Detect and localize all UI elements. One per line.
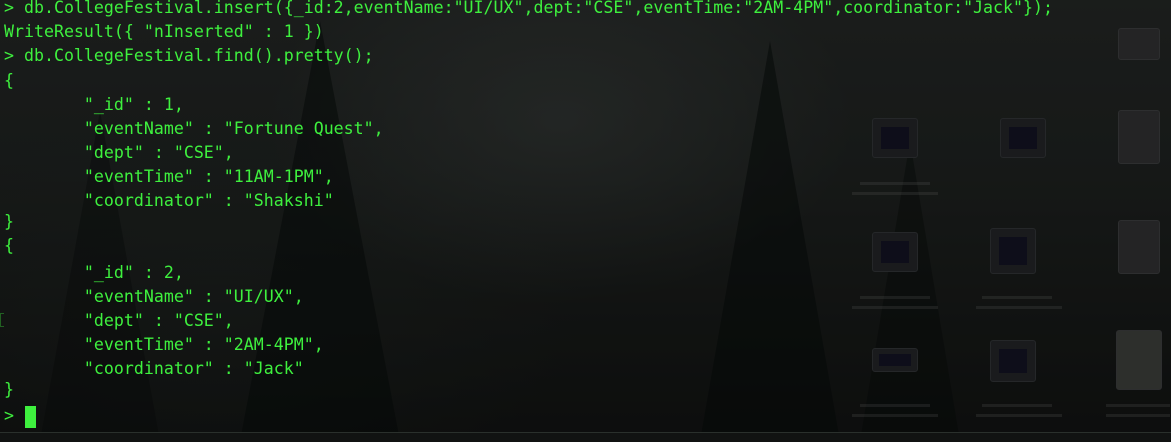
terminal-line-output: "coordinator" : "Shakshi" [4, 191, 334, 210]
terminal-line-output: "dept" : "CSE", [4, 143, 234, 162]
terminal-line-output: "eventName" : "UI/UX", [4, 287, 304, 306]
terminal-line-output: } [4, 212, 14, 231]
terminal-line-insert-command: > db.CollegeFestival.insert({_id:2,event… [4, 0, 1053, 17]
terminal-line-output: "eventTime" : "2AM-4PM", [4, 335, 324, 354]
terminal-line-write-result: WriteResult({ "nInserted" : 1 }) [4, 22, 324, 41]
terminal-line-output: "coordinator" : "Jack" [4, 359, 304, 378]
terminal-prompt: > [4, 406, 24, 425]
terminal-line-output: "eventName" : "Fortune Quest", [4, 119, 384, 138]
terminal-line-output: } [4, 380, 14, 399]
terminal-line-output: "eventTime" : "11AM-1PM", [4, 167, 334, 186]
terminal-line-find-command: > db.CollegeFestival.find().pretty(); [4, 46, 374, 65]
terminal-line-output: "_id" : 2, [4, 263, 184, 282]
terminal-line-output: { [4, 71, 14, 90]
selection-marker [0, 313, 4, 327]
terminal-window[interactable]: > db.CollegeFestival.insert({_id:2,event… [0, 0, 1171, 441]
terminal-line-output: "_id" : 1, [4, 95, 184, 114]
terminal-line-output: { [4, 236, 14, 255]
terminal-cursor[interactable] [25, 406, 36, 428]
terminal-line-output: "dept" : "CSE", [4, 311, 234, 330]
